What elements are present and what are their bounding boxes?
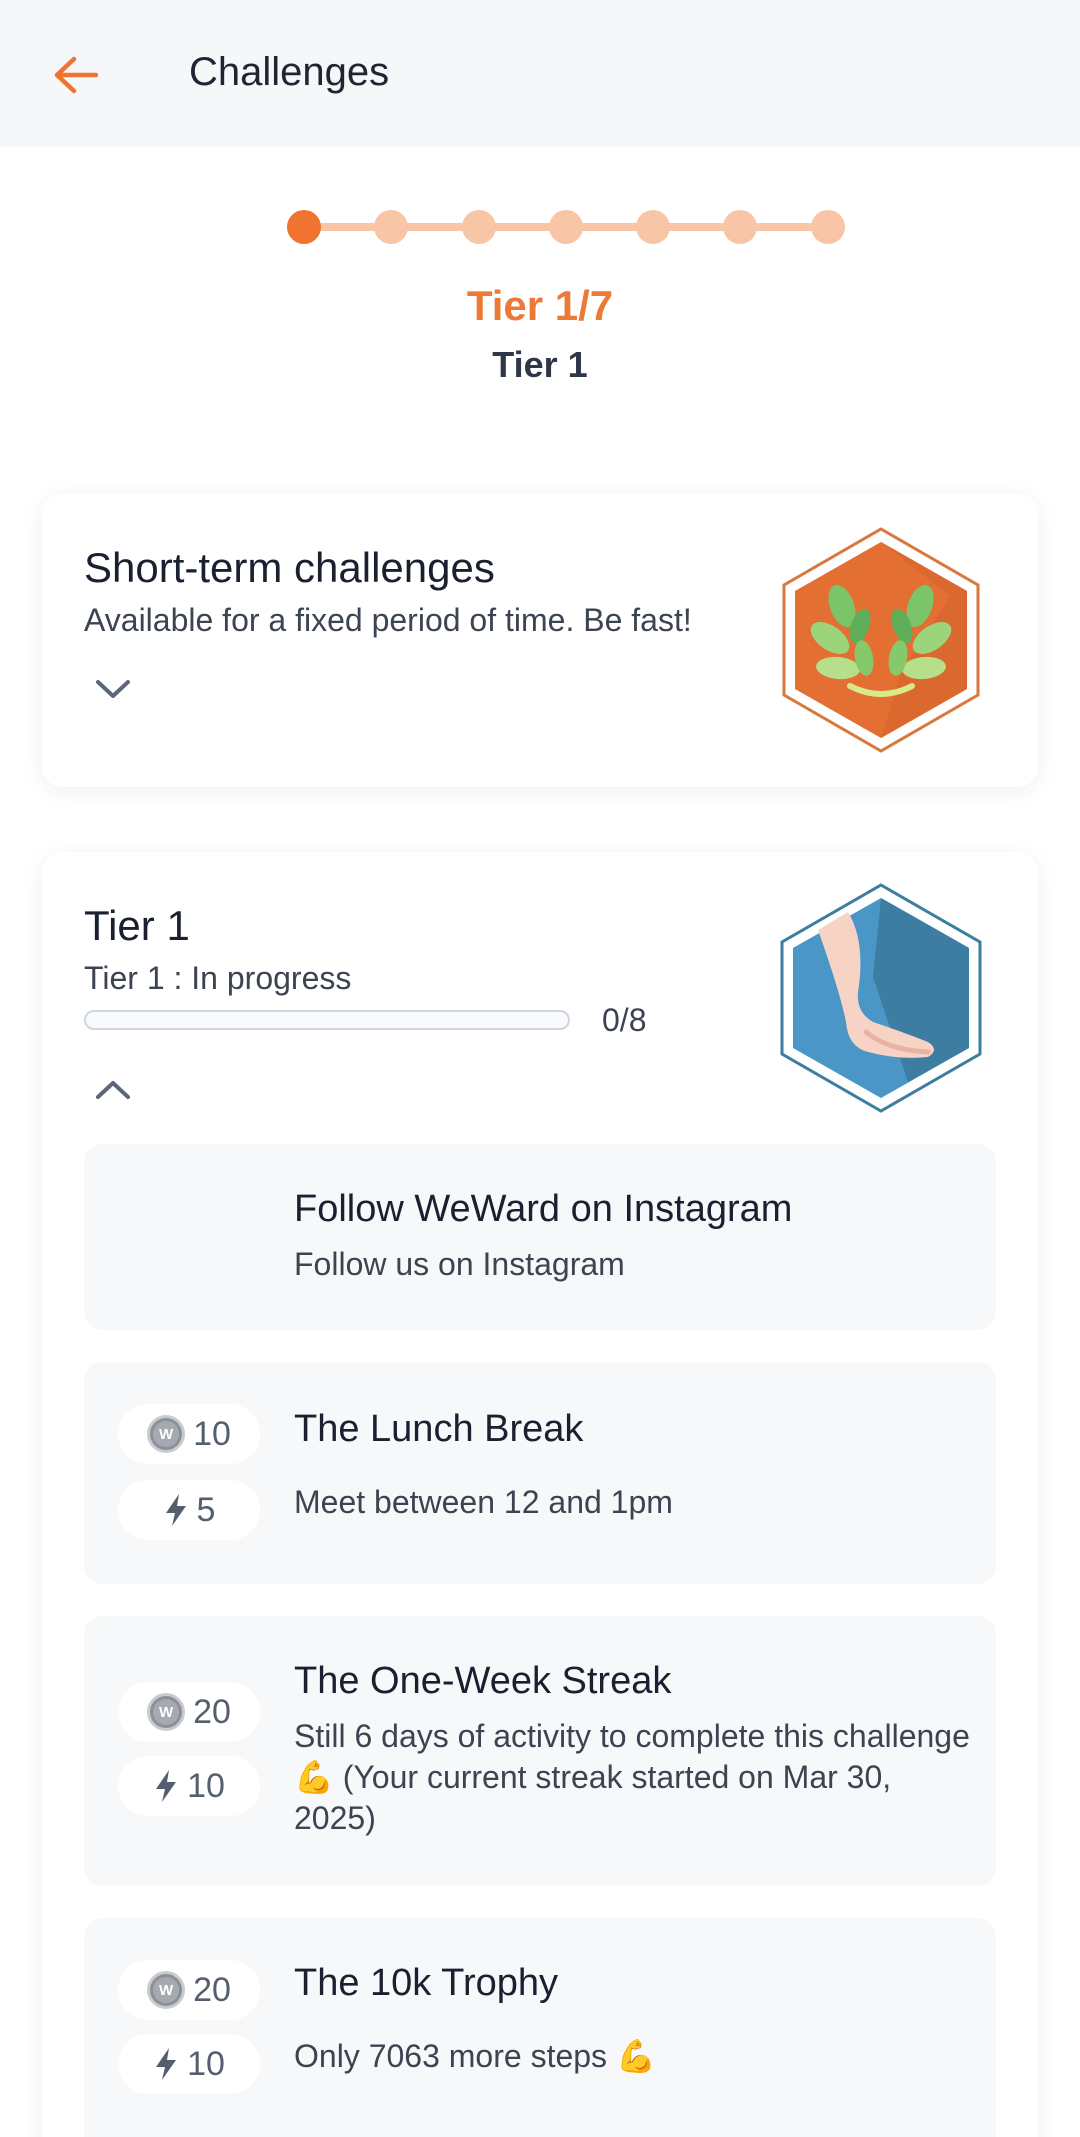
challenge-description: Only 7063 more steps 💪 xyxy=(294,2038,656,2074)
stepper-dot-6 xyxy=(723,210,757,244)
coin-value: 10 xyxy=(193,1414,231,1453)
arrow-left-icon xyxy=(54,56,98,94)
lightning-icon xyxy=(165,1494,186,1526)
coin-reward: W 20 xyxy=(118,1682,260,1742)
energy-value: 10 xyxy=(187,2044,225,2083)
app-bar: Challenges xyxy=(0,0,1080,147)
short-term-card[interactable]: Short-term challenges Available for a fi… xyxy=(42,494,1038,787)
challenge-item-one-week-streak[interactable]: W 20 10 The One-Week Streak Still 6 days… xyxy=(84,1616,996,1886)
tier-stepper xyxy=(286,206,846,246)
energy-reward: 5 xyxy=(118,1480,260,1540)
page-title: Challenges xyxy=(189,50,390,94)
coin-value: 20 xyxy=(193,1970,231,2009)
foot-badge-icon xyxy=(780,883,982,1113)
coin-icon: W xyxy=(147,1693,186,1731)
challenge-title: The One-Week Streak xyxy=(294,1660,672,1702)
coin-icon: W xyxy=(147,1415,186,1453)
challenge-title: The Lunch Break xyxy=(294,1408,584,1450)
energy-reward: 10 xyxy=(118,2034,260,2094)
stepper-dot-2 xyxy=(374,210,408,244)
chevron-down-icon xyxy=(96,680,130,698)
tier-card: Tier 1 Tier 1 : In progress 0/8 Follow W… xyxy=(42,852,1038,2137)
coin-value: 20 xyxy=(193,1692,231,1731)
short-term-subtitle: Available for a fixed period of time. Be… xyxy=(84,602,692,638)
chevron-up-icon xyxy=(96,1081,130,1099)
lightning-icon xyxy=(156,1770,177,1802)
stepper-dot-5 xyxy=(636,210,670,244)
challenge-description: Meet between 12 and 1pm xyxy=(294,1484,673,1520)
coin-icon: W xyxy=(147,1971,186,2009)
tier-name: Tier 1 xyxy=(492,344,588,385)
tier-card-title: Tier 1 xyxy=(84,902,190,949)
challenge-item-10k-trophy[interactable]: W 20 10 The 10k Trophy Only 7063 more st… xyxy=(84,1918,996,2137)
energy-value: 5 xyxy=(196,1490,216,1529)
tier-status: Tier 1 : In progress xyxy=(84,960,352,996)
stepper-dot-4 xyxy=(549,210,583,244)
challenge-description: Follow us on Instagram xyxy=(294,1246,625,1282)
energy-value: 10 xyxy=(187,1766,225,1805)
stepper-dot-7 xyxy=(811,210,845,244)
energy-reward: 10 xyxy=(118,1756,260,1816)
laurel-badge-icon xyxy=(782,527,980,753)
challenge-title: The 10k Trophy xyxy=(294,1962,559,2004)
challenge-title: Follow WeWard on Instagram xyxy=(294,1188,793,1230)
collapse-button[interactable] xyxy=(88,1070,138,1110)
expand-button[interactable] xyxy=(88,669,138,709)
back-button[interactable] xyxy=(40,45,110,105)
challenge-item-instagram[interactable]: Follow WeWard on Instagram Follow us on … xyxy=(84,1144,996,1330)
stepper-dot-3 xyxy=(462,210,496,244)
coin-reward: W 10 xyxy=(118,1404,260,1464)
tier-progress-text: 0/8 xyxy=(602,1002,647,1038)
coin-reward: W 20 xyxy=(118,1960,260,2020)
tier-progress-bar xyxy=(84,1010,570,1030)
stepper-dot-1 xyxy=(287,210,321,244)
challenge-description: Still 6 days of activity to complete thi… xyxy=(294,1718,970,1836)
tier-count: Tier 1/7 xyxy=(466,282,614,329)
challenge-item-lunch-break[interactable]: W 10 5 The Lunch Break Meet between 12 a… xyxy=(84,1362,996,1584)
short-term-title: Short-term challenges xyxy=(84,544,495,591)
lightning-icon xyxy=(156,2048,177,2080)
